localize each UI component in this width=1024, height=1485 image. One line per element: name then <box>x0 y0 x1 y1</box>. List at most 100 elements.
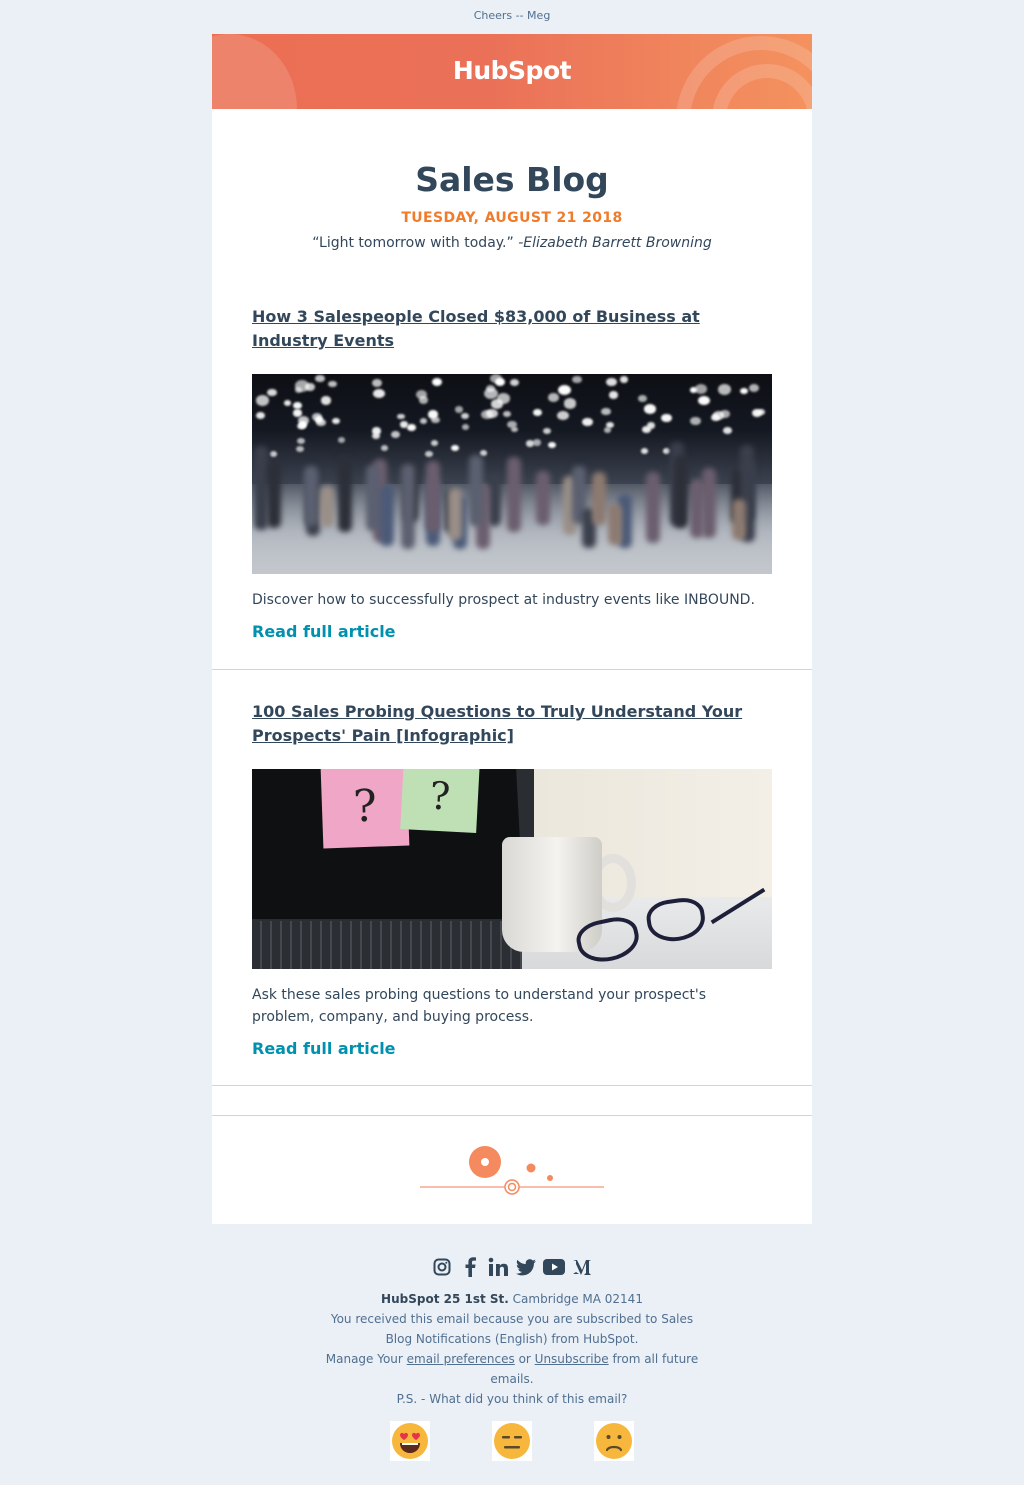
bokeh-light <box>557 410 569 420</box>
bokeh-light <box>461 423 470 430</box>
bokeh-light <box>296 438 305 445</box>
bokeh-light <box>283 400 291 407</box>
post-title: 100 Sales Probing Questions to Truly Und… <box>252 700 772 748</box>
read-full-article-link[interactable]: Read full article <box>252 622 396 641</box>
read-full-article-link[interactable]: Read full article <box>252 1039 396 1058</box>
blurred-person <box>337 456 352 532</box>
blurred-person <box>607 504 622 546</box>
post-summary: Ask these sales probing questions to und… <box>252 987 707 1025</box>
bokeh-light <box>430 440 439 447</box>
bokeh-light <box>267 388 277 397</box>
bokeh-light <box>572 375 582 384</box>
blurred-person <box>253 446 268 531</box>
post-title-link[interactable]: How 3 Salespeople Closed $83,000 of Busi… <box>252 307 700 350</box>
footer: HubSpot 25 1st St. Cambridge MA 02141 Yo… <box>0 1224 1024 1461</box>
bokeh-light <box>454 406 463 413</box>
subscription-notice: You received this email because you are … <box>330 1312 694 1346</box>
feedback-prompt: P.S. - What did you think of this email? <box>396 1392 628 1406</box>
blurred-person <box>731 499 746 540</box>
bokeh-light <box>420 418 428 425</box>
post-card: 100 Sales Probing Questions to Truly Und… <box>212 670 812 1086</box>
bokeh-light <box>481 409 493 419</box>
bokeh-light <box>718 384 732 395</box>
bokeh-light <box>557 384 571 395</box>
bokeh-light <box>740 388 748 394</box>
bokeh-light <box>582 417 594 427</box>
company-address: HubSpot 25 1st St. Cambridge MA 02141 <box>317 1289 707 1309</box>
bokeh-light <box>479 450 488 457</box>
header-banner: HubSpot <box>212 34 812 109</box>
sprocket-decoration-icon <box>420 1146 604 1195</box>
youtube-icon[interactable] <box>543 1256 565 1278</box>
blurred-person <box>535 471 550 525</box>
blurred-person <box>673 454 688 529</box>
issue-date: TUESDAY, AUGUST 21 2018 <box>401 210 623 226</box>
bokeh-light <box>491 398 504 409</box>
company-city: Cambridge MA 02141 <box>508 1292 643 1306</box>
bokeh-light <box>373 388 385 399</box>
blurred-person <box>468 454 483 527</box>
blurred-person <box>400 463 415 549</box>
bokeh-light <box>397 413 405 420</box>
bokeh-light <box>315 375 325 383</box>
bokeh-light <box>503 411 511 418</box>
daily-quote: “Light tomorrow with today.” -Elizabeth … <box>212 235 812 251</box>
bokeh-light <box>270 450 278 457</box>
facebook-icon[interactable] <box>459 1256 481 1278</box>
bokeh-light <box>662 447 671 454</box>
bokeh-light <box>431 416 440 424</box>
bokeh-light <box>432 378 443 387</box>
bokeh-light <box>328 380 337 388</box>
hubspot-logo[interactable]: HubSpot <box>212 56 812 85</box>
bokeh-light <box>638 395 647 402</box>
linkedin-icon[interactable] <box>487 1256 509 1278</box>
section-spacer <box>212 1086 812 1116</box>
blurred-person <box>366 465 381 531</box>
bokeh-light <box>606 377 617 387</box>
frowning-face-icon[interactable] <box>594 1421 634 1461</box>
manage-or: or <box>514 1352 535 1366</box>
bokeh-light <box>640 448 649 455</box>
post-title-link[interactable]: 100 Sales Probing Questions to Truly Und… <box>252 702 742 745</box>
bokeh-light <box>337 437 345 444</box>
bokeh-light <box>563 398 577 409</box>
instagram-icon[interactable] <box>431 1256 453 1278</box>
bokeh-light <box>723 426 732 434</box>
unsubscribe-link[interactable]: Unsubscribe <box>535 1352 609 1366</box>
bokeh-light <box>490 374 502 384</box>
bokeh-light <box>380 445 389 451</box>
blurred-person <box>304 465 319 527</box>
bokeh-light <box>425 450 433 457</box>
bokeh-light <box>720 410 730 419</box>
sprocket-illustration <box>212 1116 812 1224</box>
twitter-icon[interactable] <box>515 1256 537 1278</box>
manage-preferences-line: Manage Your email preferences or Unsubsc… <box>317 1349 707 1389</box>
blurred-person <box>645 471 660 543</box>
post-summary: Discover how to successfully prospect at… <box>252 592 755 608</box>
bokeh-light <box>298 416 310 426</box>
bokeh-light <box>644 404 657 414</box>
email-preferences-link[interactable]: email preferences <box>407 1352 515 1366</box>
bokeh-light <box>293 402 303 410</box>
blurred-person <box>592 471 607 526</box>
hero-section: Sales Blog TUESDAY, AUGUST 21 2018 “Ligh… <box>212 109 812 295</box>
blurred-person <box>448 488 462 540</box>
bokeh-light <box>710 414 720 422</box>
trade-show-crowd-image[interactable] <box>252 374 772 574</box>
quote-author: -Elizabeth Barrett Browning <box>518 235 712 251</box>
bokeh-light <box>543 427 551 434</box>
laptop-sticky-notes-mug-image[interactable]: ? ? <box>252 769 772 969</box>
sticky-note-pink: ? <box>320 769 410 849</box>
heart-eyes-icon[interactable] <box>390 1421 430 1461</box>
page-title: Sales Blog <box>415 160 609 199</box>
bokeh-light <box>690 416 701 426</box>
medium-icon[interactable] <box>571 1256 593 1278</box>
expressionless-face-icon[interactable] <box>492 1421 532 1461</box>
blurred-person <box>426 460 441 533</box>
preheader: Cheers -- Meg <box>473 9 551 22</box>
bokeh-light <box>608 391 619 400</box>
bokeh-light <box>689 387 697 393</box>
company-name: HubSpot 25 1st St. <box>381 1292 509 1306</box>
bokeh-light <box>748 383 760 393</box>
bokeh-light <box>316 418 326 426</box>
